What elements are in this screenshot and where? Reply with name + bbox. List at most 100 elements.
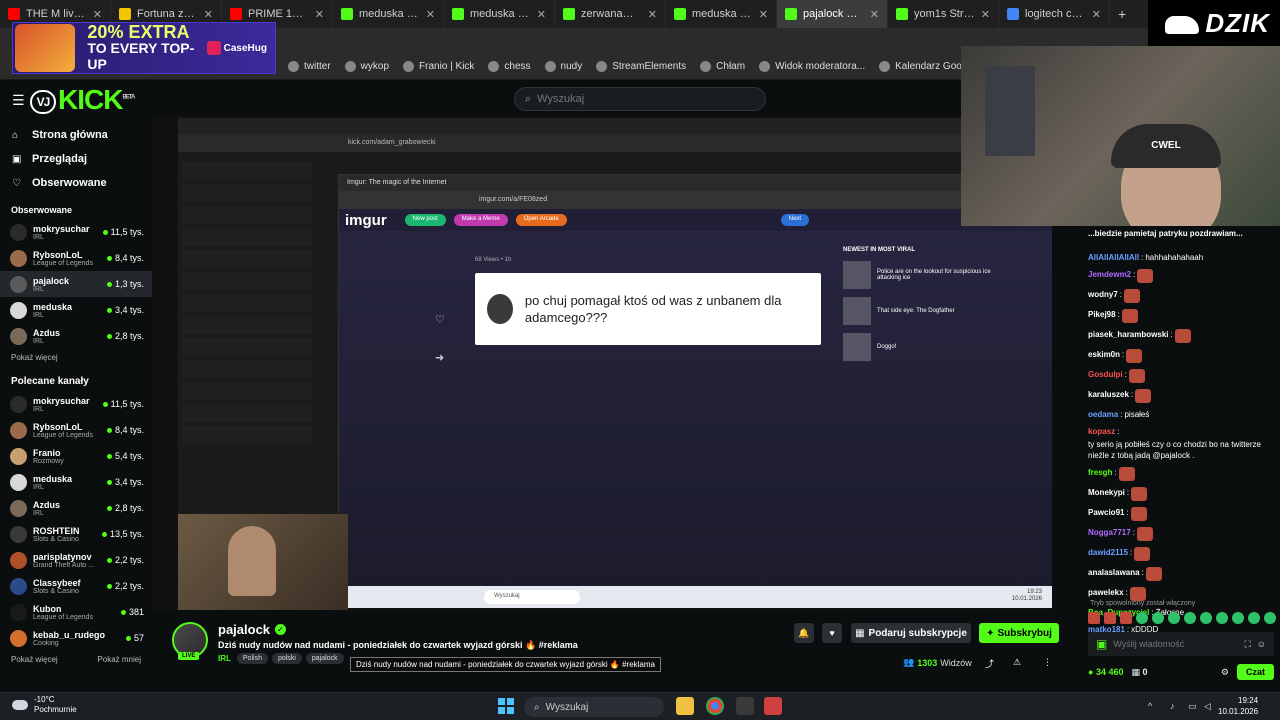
channel-item[interactable]: RybsonLoL League of Legends 8,4 tys. [0, 417, 152, 443]
stream-category[interactable]: IRL [218, 654, 231, 663]
subscribe-button[interactable]: ✦ Subskrybuj [979, 623, 1059, 643]
channel-item[interactable]: Azdus IRL 2,8 tys. [0, 323, 152, 349]
chat-input[interactable] [1113, 639, 1234, 649]
chat-username[interactable]: kopasz [1088, 426, 1115, 437]
channel-item[interactable]: Azdus IRL 2,8 tys. [0, 495, 152, 521]
casehug-ad[interactable]: 20% EXTRA TO EVERY TOP-UP CaseHug [12, 22, 276, 74]
weather-widget[interactable]: -10°C Pochmurnie [12, 695, 77, 715]
follow-heart-icon[interactable]: ♥ [822, 623, 842, 643]
volume-icon[interactable]: ◁ [1204, 701, 1214, 711]
chat-username[interactable]: dawid2115 [1088, 547, 1128, 558]
channel-item[interactable]: Kubon League of Legends 381 [0, 599, 152, 625]
report-icon[interactable]: ⚠ [1013, 657, 1021, 668]
browser-tab[interactable]: meduska Stream ✕ [444, 0, 555, 28]
browser-tab[interactable]: meduska Stream ✕ [333, 0, 444, 28]
chat-username[interactable]: analaslawana [1088, 567, 1140, 578]
channel-item[interactable]: mokrysuchar IRL 11,5 tys. [0, 219, 152, 245]
nav-item[interactable]: ▣ Przeglądaj [0, 147, 152, 171]
chat-username[interactable]: Pikej98 [1088, 309, 1116, 320]
chat-username[interactable]: piasek_harambowski [1088, 329, 1168, 340]
browser-tab[interactable]: meduska Stream ✕ [666, 0, 777, 28]
chat-username[interactable]: fresgh [1088, 467, 1112, 478]
chat-username[interactable]: wodny7 [1088, 289, 1118, 300]
close-tab-icon[interactable]: ✕ [870, 8, 879, 21]
close-tab-icon[interactable]: ✕ [759, 8, 768, 21]
bookmark-item[interactable]: Franio | Kick [403, 61, 474, 72]
send-chat-button[interactable]: Czat [1236, 664, 1274, 680]
tray-chevron-icon[interactable]: ^ [1148, 701, 1158, 711]
chat-settings-icon[interactable]: ⚙ [1221, 667, 1229, 678]
hamburger-menu-icon[interactable]: ☰ [12, 92, 25, 109]
close-tab-icon[interactable]: ✕ [426, 8, 435, 21]
obs-icon[interactable] [764, 697, 782, 715]
notification-bell-icon[interactable]: 🔔 [794, 623, 814, 643]
network-icon[interactable]: ▭ [1188, 701, 1198, 711]
clock[interactable]: 19:24 10.01.2026 [1218, 695, 1258, 717]
close-tab-icon[interactable]: ✕ [537, 8, 546, 21]
bookmark-item[interactable]: twitter [288, 61, 331, 72]
bookmark-item[interactable]: nudy [544, 61, 582, 72]
browser-tab[interactable]: zerwanamalina Stream ✕ [555, 0, 666, 28]
close-tab-icon[interactable]: ✕ [204, 8, 213, 21]
channel-item[interactable]: pajalock IRL 1,3 tys. [0, 271, 152, 297]
streamer-name[interactable]: pajalock [218, 622, 270, 637]
bookmark-item[interactable]: Chłam [700, 61, 745, 72]
bookmark-item[interactable]: StreamElements [596, 61, 686, 72]
browser-tab[interactable]: yom1s Stream - Vi ✕ [888, 0, 999, 28]
chat-username[interactable]: Gosdulpi [1088, 369, 1123, 380]
show-less-recommended[interactable]: Pokaż mniej [97, 655, 141, 664]
channel-item[interactable]: meduska IRL 3,4 tys. [0, 297, 152, 323]
bookmark-item[interactable]: chess [488, 61, 531, 72]
new-tab-icon[interactable]: + [1110, 6, 1134, 22]
tag[interactable]: pajalock [305, 653, 344, 664]
app-icon[interactable] [736, 697, 754, 715]
search-bar[interactable]: ⌕ [514, 87, 766, 111]
bookmark-item[interactable]: wykop [344, 61, 389, 72]
search-input[interactable] [537, 93, 738, 105]
chat-username[interactable]: eskim0n [1088, 349, 1120, 360]
chat-username[interactable]: AllAllAllAllAll [1088, 252, 1139, 263]
tag[interactable]: polski [271, 653, 302, 664]
kick-emote-icon[interactable]: ⛶ [1244, 639, 1250, 650]
chat-username[interactable]: karaluszek [1088, 389, 1129, 400]
mic-icon[interactable]: ♪ [1170, 701, 1180, 711]
channel-item[interactable]: Franio Rozmowy 5,4 tys. [0, 443, 152, 469]
emoji-icon[interactable]: ☺ [1257, 639, 1266, 649]
chat-input-box[interactable]: ▣ ⛶ ☺ [1088, 632, 1274, 656]
emote-bar[interactable] [1088, 612, 1276, 624]
channel-item[interactable]: mokrysuchar IRL 11,5 tys. [0, 391, 152, 417]
nav-item[interactable]: ♡ Obserwowane [0, 171, 152, 195]
channel-item[interactable]: parisplatynov Grand Theft Auto ... 2,2 ty… [0, 547, 152, 573]
more-options-icon[interactable]: ⋮ [1043, 657, 1052, 668]
browser-tab[interactable]: logitech c920 - Sz ✕ [999, 0, 1110, 28]
show-more-followed[interactable]: Pokaż więcej [11, 353, 58, 362]
kick-logo[interactable]: VJ KICKBETA [30, 84, 135, 116]
chat-username[interactable]: Nogga7717 [1088, 527, 1131, 538]
close-tab-icon[interactable]: ✕ [1092, 8, 1101, 21]
chat-username[interactable]: Monekypi [1088, 487, 1125, 498]
chat-username[interactable]: pawelekx [1088, 587, 1124, 598]
browser-tab[interactable]: pajalock Stream ✕ [777, 0, 888, 28]
taskbar-search[interactable]: ⌕ Wyszukaj [524, 697, 664, 717]
channel-item[interactable]: RybsonLoL League of Legends 8,4 tys. [0, 245, 152, 271]
chat-action-icon[interactable]: ▣ [1096, 637, 1107, 651]
gift-count[interactable]: ▦ 0 [1131, 667, 1147, 678]
gift-sub-button[interactable]: ▦ Podaruj subskrypcje [851, 623, 971, 643]
stream-player[interactable]: kick.com/adam_grabowiecki Imgur: The mag… [152, 116, 1052, 610]
channel-item[interactable]: ROSHTEIN Slots & Casino 13,5 tys. [0, 521, 152, 547]
chat-username[interactable]: oedama [1088, 409, 1118, 420]
channel-item[interactable]: meduska IRL 3,4 tys. [0, 469, 152, 495]
bookmark-item[interactable]: Widok moderatora... [759, 61, 865, 72]
channel-points[interactable]: ● 34 460 [1088, 667, 1123, 677]
close-tab-icon[interactable]: ✕ [981, 8, 990, 21]
close-tab-icon[interactable]: ✕ [648, 8, 657, 21]
chat-username[interactable]: Jemdewm2 [1088, 269, 1131, 280]
channel-item[interactable]: Classybeef Slots & Casino 2,2 tys. [0, 573, 152, 599]
close-tab-icon[interactable]: ✕ [315, 8, 324, 21]
file-explorer-icon[interactable] [676, 697, 694, 715]
channel-item[interactable]: kebab_u_rudego Cooking 57 [0, 625, 152, 651]
show-more-recommended[interactable]: Pokaż więcej [11, 655, 58, 664]
close-tab-icon[interactable]: ✕ [93, 8, 102, 21]
windows-start-icon[interactable] [498, 698, 514, 714]
nav-item[interactable]: ⌂ Strona główna [0, 123, 152, 147]
